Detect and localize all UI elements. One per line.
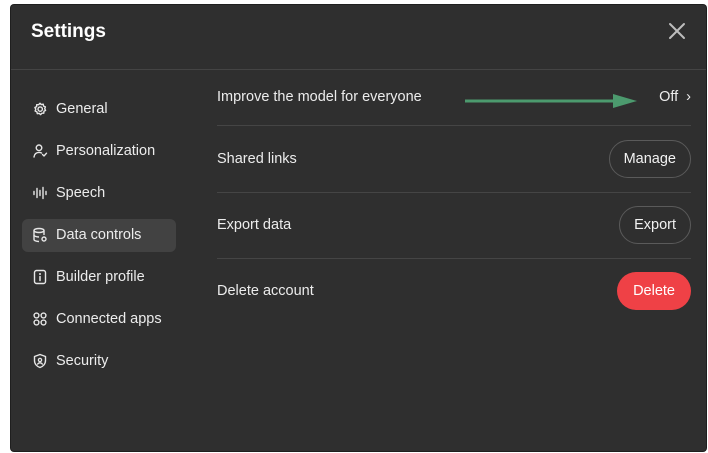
sidebar-item-label: Builder profile [56, 269, 145, 285]
sidebar-item-label: Security [56, 353, 109, 369]
database-icon [32, 227, 48, 243]
sidebar-item-data-controls[interactable]: Data controls [22, 219, 176, 252]
improve-model-label: Improve the model for everyone [217, 89, 422, 105]
gear-icon [32, 101, 48, 117]
chevron-right-icon: › [686, 89, 691, 105]
close-icon [669, 23, 685, 39]
sidebar-item-label: General [56, 101, 108, 117]
apps-grid-icon [32, 311, 48, 327]
delete-account-label: Delete account [217, 283, 314, 299]
sidebar-item-builder-profile[interactable]: Builder profile [22, 261, 176, 294]
export-button[interactable]: Export [619, 206, 691, 244]
sidebar-item-security[interactable]: Security [22, 345, 176, 378]
sidebar-item-label: Connected apps [56, 311, 162, 327]
delete-button[interactable]: Delete [617, 272, 691, 310]
sidebar-item-label: Personalization [56, 143, 156, 159]
settings-sidebar: General Personalization Speech Data cont… [11, 69, 191, 451]
shared-links-label: Shared links [217, 151, 297, 167]
improve-model-value: Off [659, 89, 679, 105]
sidebar-item-general[interactable]: General [22, 93, 176, 126]
export-data-label: Export data [217, 217, 292, 233]
dialog-title: Settings [31, 21, 106, 42]
shared-links-row: Shared links Manage [217, 126, 691, 193]
export-data-row: Export data Export [217, 192, 691, 259]
delete-account-row: Delete account Delete [217, 258, 691, 324]
close-button[interactable] [664, 18, 690, 44]
person-icon [32, 143, 48, 159]
sidebar-item-personalization[interactable]: Personalization [22, 135, 176, 168]
sidebar-item-connected-apps[interactable]: Connected apps [22, 303, 176, 336]
settings-dialog: Settings General Personalization Speech … [11, 5, 706, 451]
shield-icon [32, 353, 48, 369]
sidebar-item-label: Speech [56, 185, 106, 201]
sidebar-item-label: Data controls [56, 227, 142, 243]
dialog-header: Settings [11, 5, 706, 70]
waveform-icon [32, 185, 48, 201]
annotation-arrow [465, 94, 637, 108]
sidebar-item-speech[interactable]: Speech [22, 177, 176, 210]
improve-model-setting[interactable]: Off › [659, 89, 691, 105]
manage-button[interactable]: Manage [608, 140, 691, 178]
id-card-icon [32, 269, 48, 285]
